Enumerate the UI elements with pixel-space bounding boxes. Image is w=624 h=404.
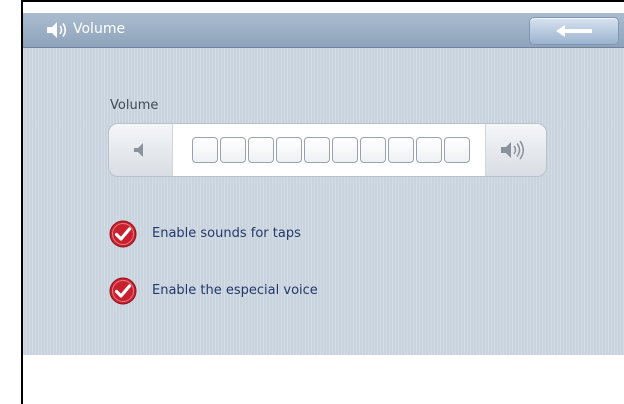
enable-tap-sounds-label: Enable sounds for taps <box>152 226 301 241</box>
volume-segment[interactable] <box>220 137 246 163</box>
volume-segment[interactable] <box>444 137 470 163</box>
volume-track <box>172 124 486 176</box>
speaker-high-icon[interactable] <box>499 139 527 161</box>
volume-segment[interactable] <box>332 137 358 163</box>
volume-segment[interactable] <box>388 137 414 163</box>
volume-label: Volume <box>110 98 159 113</box>
checkmark-icon <box>109 220 137 248</box>
volume-segment[interactable] <box>304 137 330 163</box>
volume-segment[interactable] <box>276 137 302 163</box>
arrow-left-icon <box>556 25 592 37</box>
volume-segment[interactable] <box>192 137 218 163</box>
enable-especial-voice-label: Enable the especial voice <box>152 283 318 298</box>
back-button[interactable] <box>529 17 619 45</box>
speaker-icon <box>47 22 67 38</box>
volume-segment[interactable] <box>416 137 442 163</box>
volume-slider <box>108 123 547 177</box>
checkmark-icon <box>109 277 137 305</box>
volume-segment[interactable] <box>248 137 274 163</box>
volume-screen: Volume Volume Enable sounds for taps Ena… <box>23 13 624 355</box>
title-bar: Volume <box>23 13 624 48</box>
page-title: Volume <box>73 21 126 37</box>
speaker-low-icon[interactable] <box>131 140 151 160</box>
volume-segment[interactable] <box>360 137 386 163</box>
volume-segments <box>192 137 470 163</box>
frame-border-top <box>21 0 624 2</box>
